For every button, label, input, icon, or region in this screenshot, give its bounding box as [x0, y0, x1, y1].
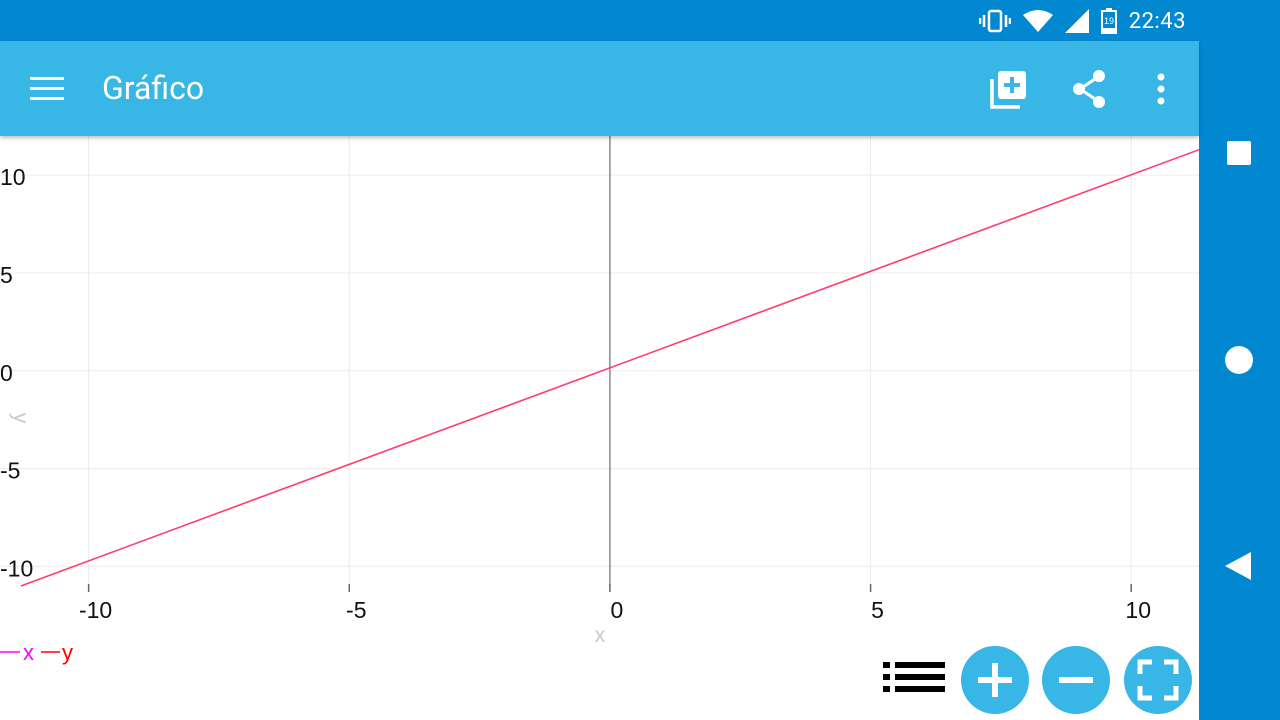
navigation-bar [1199, 41, 1280, 720]
legend-label-y: y [62, 640, 73, 665]
more-options-icon[interactable] [1139, 67, 1183, 111]
y-tick-label: -5 [0, 458, 20, 484]
fullscreen-button[interactable] [1124, 646, 1192, 714]
status-time: 22:43 [1128, 8, 1186, 34]
wifi-icon [1022, 10, 1053, 32]
status-bar: 19 22:43 [0, 0, 1280, 41]
x-tick-label: 10 [1125, 597, 1151, 623]
vibrate-icon [978, 9, 1011, 33]
app-bar: Gráfico [0, 41, 1199, 136]
plus-icon [978, 663, 1012, 697]
zoom-in-button[interactable] [961, 646, 1029, 714]
graph-plot[interactable]: -10 -5 0 5 10 10 5 0 -5 -10 x y x y [0, 136, 1199, 720]
x-tick-label: -10 [79, 597, 112, 623]
recent-apps-icon[interactable] [1217, 131, 1261, 175]
x-tick-label: 0 [611, 597, 624, 623]
menu-icon[interactable] [30, 76, 64, 102]
home-icon[interactable] [1217, 338, 1261, 382]
page-title: Gráfico [102, 69, 205, 107]
y-tick-label: 10 [0, 164, 26, 190]
share-icon[interactable] [1068, 67, 1112, 111]
minus-icon [1059, 677, 1093, 683]
legend-label-x: x [23, 640, 34, 665]
fullscreen-icon [1137, 659, 1179, 701]
y-tick-label: 5 [0, 262, 13, 288]
back-icon[interactable] [1217, 544, 1261, 588]
x-tick-label: -5 [346, 597, 366, 623]
function-list-icon[interactable] [881, 660, 947, 700]
status-icons: 19 22:43 [978, 8, 1186, 34]
x-axis-label: x [595, 624, 606, 647]
x-tick-label: 5 [871, 597, 884, 623]
add-graph-icon[interactable] [987, 67, 1031, 111]
y-tick-label: -10 [0, 555, 33, 581]
battery-level: 19 [1104, 16, 1114, 26]
zoom-out-button[interactable] [1042, 646, 1110, 714]
signal-icon [1064, 9, 1089, 33]
battery-icon: 19 [1100, 8, 1117, 34]
y-axis-label: y [9, 413, 32, 424]
y-tick-label: 0 [0, 360, 13, 386]
